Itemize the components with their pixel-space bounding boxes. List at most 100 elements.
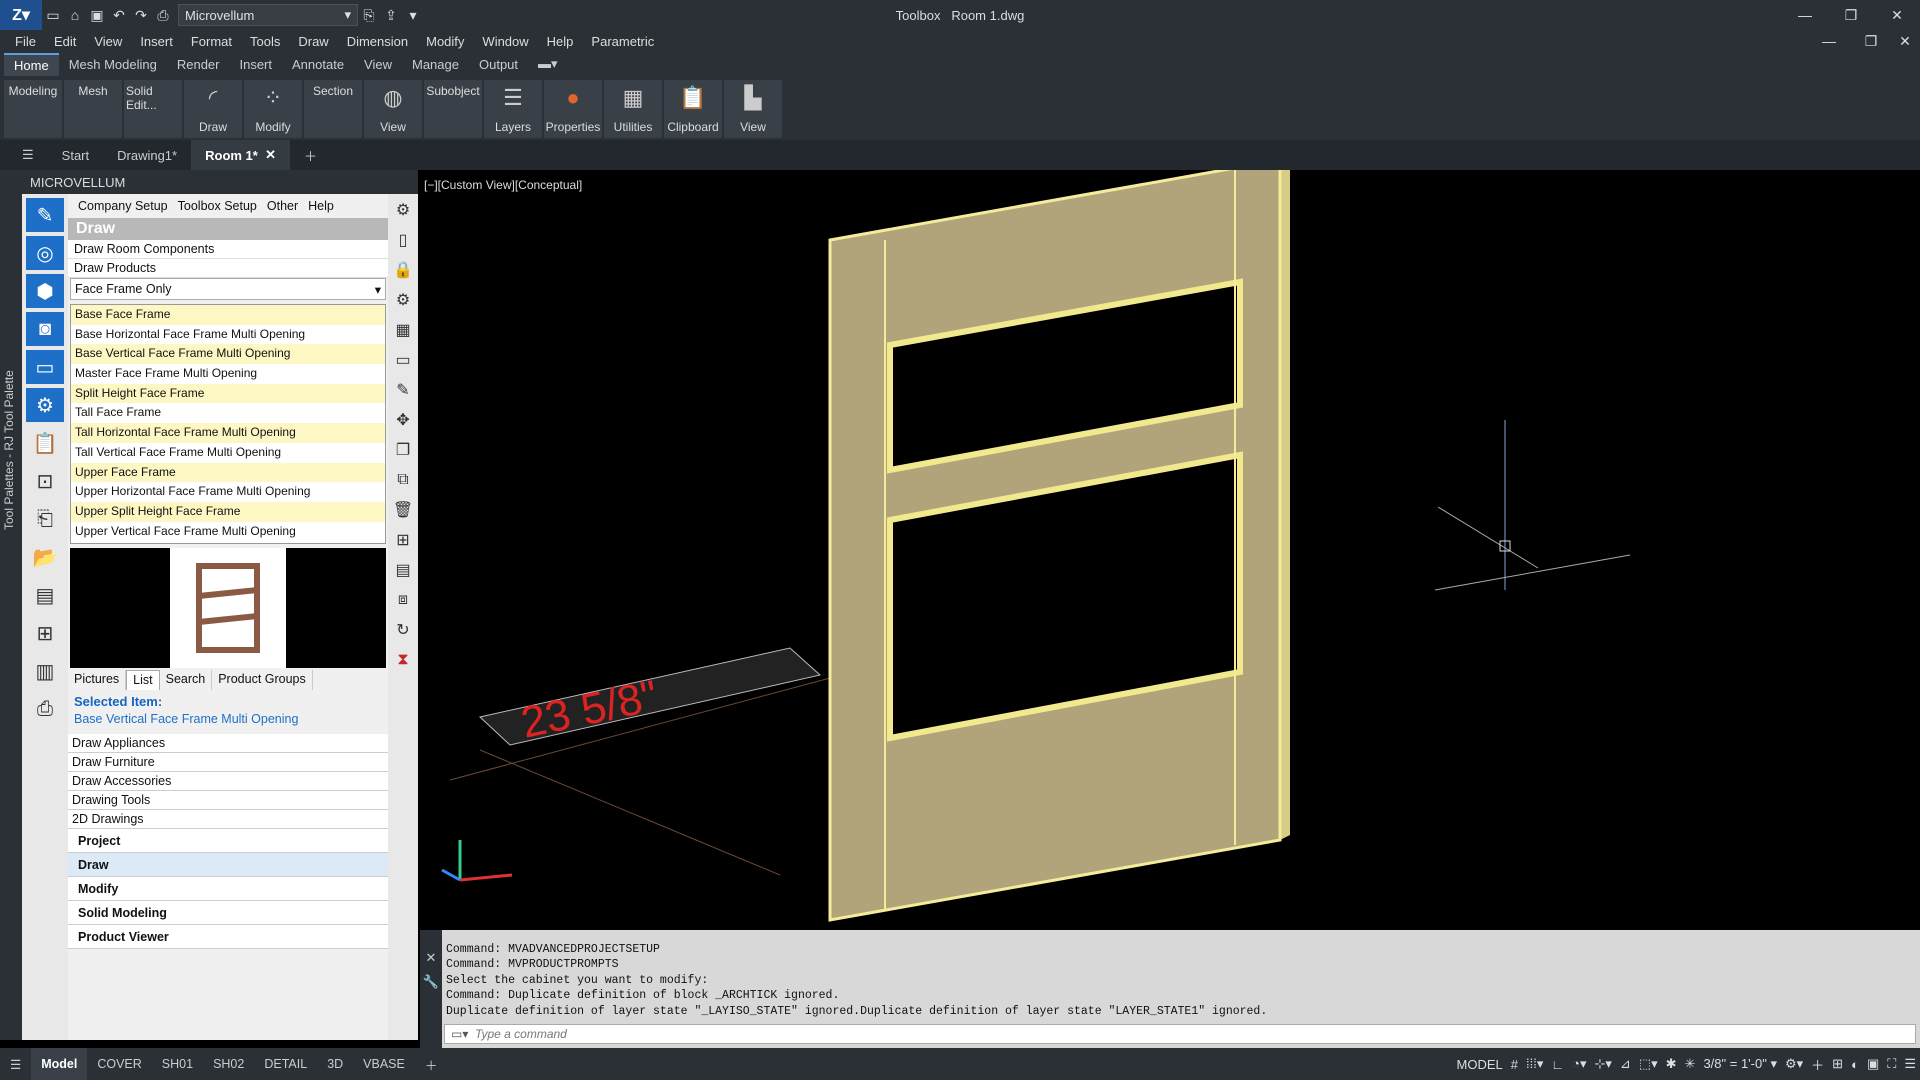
tab-insert[interactable]: Insert [229, 54, 282, 75]
ribbon-options-icon[interactable]: ▬▾ [528, 53, 568, 75]
polar-icon[interactable]: ◔▾ [1572, 1056, 1586, 1072]
menu-file[interactable]: File [6, 34, 45, 49]
doc-tab-start[interactable]: Start [48, 140, 103, 170]
tab-search[interactable]: Search [160, 670, 213, 690]
panel-view-visual[interactable]: ◍ View [364, 80, 422, 138]
window-icon[interactable]: ⊡ [26, 464, 64, 498]
menu-edit[interactable]: Edit [45, 34, 85, 49]
hardware-icon[interactable]: ▣ [1867, 1056, 1879, 1072]
tab-annotate[interactable]: Annotate [282, 54, 354, 75]
new-file-icon[interactable]: ▭ [42, 4, 64, 26]
customize-qat-icon[interactable]: ▾ [402, 4, 424, 26]
add-document-icon[interactable]: ⊞ [26, 616, 64, 650]
new-tab-icon[interactable]: ＋ [290, 140, 331, 170]
menu-tools[interactable]: Tools [241, 34, 289, 49]
menu-window[interactable]: Window [473, 34, 537, 49]
sheet-icon[interactable]: ▭ [390, 346, 416, 374]
folder-icon[interactable]: 📂 [26, 540, 64, 574]
draw-products[interactable]: Draw Products [68, 259, 388, 278]
category-draw-accessories[interactable]: Draw Accessories [68, 772, 388, 791]
doc-close-icon[interactable]: ✕ [1890, 30, 1920, 52]
camera-icon[interactable]: ◙ [26, 312, 64, 346]
list-item[interactable]: Upper Split Height Face Frame [71, 501, 385, 522]
snap-icon[interactable]: ⁞⁞⁞▾ [1526, 1056, 1543, 1072]
selection-cycling-icon[interactable]: ⬚▾ [1639, 1056, 1658, 1072]
group-draw[interactable]: Draw [68, 853, 388, 877]
pencil-icon[interactable]: ✎ [26, 198, 64, 232]
layout-tab-3d[interactable]: 3D [317, 1048, 353, 1080]
panel-mesh[interactable]: Mesh [64, 80, 122, 138]
close-icon[interactable]: ✕ [1874, 0, 1920, 30]
menu-palette-help[interactable]: Help [308, 199, 334, 213]
menu-view[interactable]: View [85, 34, 131, 49]
category-draw-furniture[interactable]: Draw Furniture [68, 753, 388, 772]
tab-view[interactable]: View [354, 54, 402, 75]
lock-icon[interactable]: 🔒 [390, 256, 416, 284]
edit-icon[interactable]: ✎ [390, 376, 416, 404]
hamburger-icon[interactable]: ☰ [8, 140, 48, 170]
menu-help[interactable]: Help [538, 34, 583, 49]
report-icon[interactable]: ▤ [26, 578, 64, 612]
panel-view[interactable]: ▙ View [724, 80, 782, 138]
panel-layers[interactable]: ☰ Layers [484, 80, 542, 138]
customize-icon[interactable]: ☰ [1904, 1056, 1916, 1072]
panel-section[interactable]: Section [304, 80, 362, 138]
workspace-gear-icon[interactable]: ⚙▾ [1785, 1056, 1803, 1072]
panel-subobject[interactable]: Subobject [424, 80, 482, 138]
save-icon[interactable]: ▣ [86, 4, 108, 26]
layout-tab-vbase[interactable]: VBASE [353, 1048, 415, 1080]
cube-icon[interactable]: ⬢ [26, 274, 64, 308]
list-item[interactable]: Base Face Frame [71, 305, 385, 325]
list-item[interactable]: Base Vertical Face Frame Multi Opening [71, 344, 385, 365]
layout-icon[interactable]: ⧈ [390, 586, 416, 614]
doc-tab-drawing1[interactable]: Drawing1* [103, 140, 191, 170]
product-filter-select[interactable]: Face Frame Only ▾ [70, 278, 386, 300]
printer-icon[interactable]: ⎙ [26, 692, 64, 726]
pdf-icon[interactable]: ⧗ [390, 646, 416, 674]
grid-icon[interactable]: ⊞ [390, 526, 416, 554]
tab-home[interactable]: Home [4, 52, 59, 76]
tab-list[interactable]: List [126, 670, 160, 690]
wrench-icon[interactable]: 🔧 [420, 974, 442, 990]
drawing-viewport[interactable]: [−][Custom View][Conceptual] 23 5/8" [420, 170, 1920, 930]
annotation-visibility-icon[interactable]: ✱ [1666, 1056, 1677, 1072]
menu-modify[interactable]: Modify [417, 34, 473, 49]
open-folder-icon[interactable]: ⌂ [64, 4, 86, 26]
document-icon[interactable]: ▥ [26, 654, 64, 688]
layout-tab-cover[interactable]: COVER [87, 1048, 151, 1080]
undo-icon[interactable]: ↶ [108, 4, 130, 26]
export-icon[interactable]: ⎗ [26, 502, 64, 536]
doc-minimize-icon[interactable]: — [1814, 30, 1844, 52]
minimize-icon[interactable]: — [1782, 0, 1828, 30]
menu-draw[interactable]: Draw [289, 34, 337, 49]
list-item[interactable]: Base Horizontal Face Frame Multi Opening [71, 325, 385, 345]
category-2d-drawings[interactable]: 2D Drawings [68, 810, 388, 829]
layout-tab-detail[interactable]: DETAIL [254, 1048, 317, 1080]
units-icon[interactable]: ⊞ [1832, 1056, 1843, 1072]
app-logo-icon[interactable]: Z▾ [0, 0, 42, 30]
grid-icon[interactable]: # [1511, 1057, 1518, 1072]
trash-icon[interactable]: 🗑 [390, 496, 416, 524]
menu-company-setup[interactable]: Company Setup [78, 199, 168, 213]
panel-draw[interactable]: ◜ Draw [184, 80, 242, 138]
tab-mesh-modeling[interactable]: Mesh Modeling [59, 54, 167, 75]
panel-modify[interactable]: ⁘ Modify [244, 80, 302, 138]
group-modify[interactable]: Modify [68, 877, 388, 901]
settings-icon[interactable]: ⚙ [390, 196, 416, 224]
restore-icon[interactable]: ❐ [1828, 0, 1874, 30]
monitor-icon[interactable]: ▭ [26, 350, 64, 384]
add-layout-icon[interactable]: ＋ [415, 1048, 448, 1080]
layout-tab-model[interactable]: Model [31, 1048, 88, 1080]
refresh-icon[interactable]: ↻ [390, 616, 416, 644]
model-space-toggle[interactable]: MODEL [1457, 1057, 1503, 1072]
list-item[interactable]: Upper Horizontal Face Frame Multi Openin… [71, 482, 385, 502]
menu-other[interactable]: Other [267, 199, 298, 213]
close-tab-icon[interactable]: ✕ [265, 147, 276, 163]
gear-large-icon[interactable]: ⚙ [390, 286, 416, 314]
auto-scale-icon[interactable]: ✳ [1685, 1056, 1696, 1072]
category-draw-appliances[interactable]: Draw Appliances [68, 734, 388, 753]
tab-pictures[interactable]: Pictures [68, 670, 127, 690]
command-input[interactable]: ▭▾ Type a command [444, 1024, 1916, 1044]
plus-icon[interactable]: ＋ [1811, 1055, 1824, 1074]
list-item[interactable]: Upper Face Frame [71, 462, 385, 483]
